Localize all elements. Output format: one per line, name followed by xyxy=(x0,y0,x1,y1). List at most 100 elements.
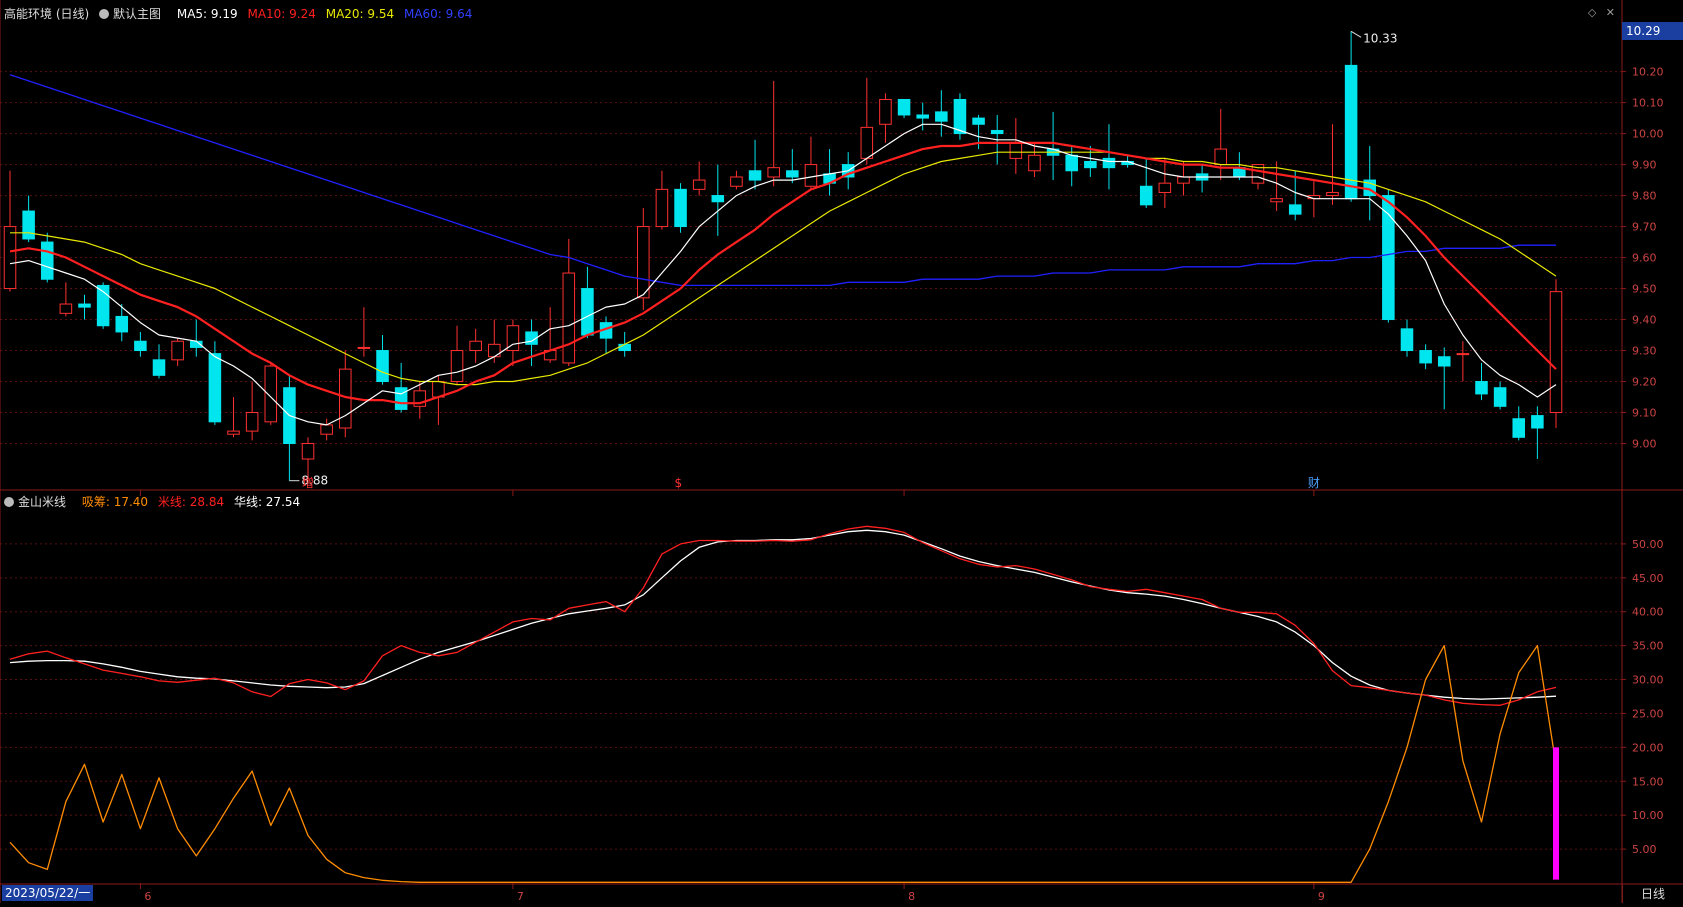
candle-layer[interactable] xyxy=(3,31,1563,481)
candle[interactable] xyxy=(711,164,725,236)
candle[interactable] xyxy=(767,80,780,187)
candle[interactable] xyxy=(823,149,836,196)
candle-body xyxy=(1531,415,1544,429)
candle[interactable] xyxy=(879,93,892,143)
candle[interactable] xyxy=(1512,406,1526,441)
event-marker[interactable]: 财 xyxy=(1308,476,1320,490)
candle[interactable] xyxy=(320,418,333,441)
candle[interactable] xyxy=(59,282,73,317)
candle-body xyxy=(1084,160,1097,169)
candle[interactable] xyxy=(1456,341,1470,382)
main-chart-label[interactable]: 默认主图 xyxy=(99,7,167,21)
candle[interactable] xyxy=(581,266,594,339)
candle[interactable] xyxy=(506,319,520,367)
candle[interactable] xyxy=(171,338,184,367)
candle[interactable] xyxy=(152,344,166,379)
candle[interactable] xyxy=(655,170,669,230)
candle-body xyxy=(320,424,333,435)
event-marker[interactable]: $ xyxy=(675,476,683,490)
stock-title[interactable]: 高能环境 (日线) xyxy=(4,7,89,21)
candle[interactable] xyxy=(1475,362,1488,401)
candle-body xyxy=(450,350,464,383)
huaxian-label: 华线: 27.54 xyxy=(233,495,301,509)
month-label: 6 xyxy=(144,890,151,903)
candle-body xyxy=(1009,142,1023,159)
axis-layer: 10.20 10.10 10.00 9.90 9.80 9.70 9.60 9.50 9.40 9… xyxy=(0,0,1683,903)
candle[interactable] xyxy=(3,170,17,292)
candle-body xyxy=(711,195,725,203)
candle[interactable] xyxy=(115,304,129,342)
candle-body xyxy=(581,288,594,336)
huaxian-line xyxy=(9,529,1557,700)
settings-circle-icon[interactable] xyxy=(4,497,14,507)
candle[interactable] xyxy=(1046,111,1060,181)
candle[interactable] xyxy=(730,170,743,190)
candle-body xyxy=(1456,353,1470,356)
candle[interactable] xyxy=(227,397,240,438)
candle[interactable] xyxy=(40,232,54,283)
event-marker[interactable]: 增 xyxy=(302,476,314,490)
candle-body xyxy=(1512,418,1526,438)
annotation-layer: 10.338.88增 $ 财 xyxy=(289,30,1397,490)
candle[interactable] xyxy=(935,90,948,137)
candle-body xyxy=(1270,198,1283,203)
candle[interactable] xyxy=(692,161,706,196)
candle[interactable] xyxy=(1493,381,1507,410)
candle[interactable] xyxy=(953,93,967,140)
candle[interactable] xyxy=(1437,347,1451,410)
ma10-label: MA10: 9.24 xyxy=(247,7,316,21)
candle[interactable] xyxy=(469,328,482,363)
candle[interactable] xyxy=(786,149,799,184)
period-button[interactable]: 日线 xyxy=(1622,885,1683,903)
candle[interactable] xyxy=(394,362,408,413)
indicator-tick-label: 40.00 xyxy=(1632,606,1664,619)
candle[interactable] xyxy=(1102,124,1116,190)
candle[interactable] xyxy=(897,98,911,119)
settings-circle-icon[interactable] xyxy=(99,9,110,19)
candle[interactable] xyxy=(22,195,35,243)
candle[interactable] xyxy=(245,381,259,441)
candle[interactable] xyxy=(1344,31,1358,202)
candle-body xyxy=(394,387,408,410)
candle[interactable] xyxy=(543,307,557,363)
candle[interactable] xyxy=(283,375,296,481)
toolbar-corner-icons[interactable]: ◇ ✕ xyxy=(1588,6,1615,19)
candle[interactable] xyxy=(1400,319,1414,357)
candle[interactable] xyxy=(264,362,278,425)
candle[interactable] xyxy=(1195,164,1209,193)
candle-body xyxy=(637,226,650,299)
close-icon[interactable]: ✕ xyxy=(1606,6,1615,19)
candle[interactable] xyxy=(78,294,91,320)
candle[interactable] xyxy=(339,350,352,438)
price-tick-label: 9.60 xyxy=(1632,252,1657,265)
indicator-tick-label: 25.00 xyxy=(1632,707,1664,720)
candle[interactable] xyxy=(1177,161,1190,196)
candle[interactable] xyxy=(376,335,389,385)
candle[interactable] xyxy=(1028,142,1041,177)
chart-svg[interactable]: 10.20 10.10 10.00 9.90 9.80 9.70 9.60 9.50 9.40 9… xyxy=(0,0,1683,903)
candle[interactable] xyxy=(1419,344,1432,370)
candle[interactable] xyxy=(1009,118,1023,174)
candle[interactable] xyxy=(860,77,874,165)
candle[interactable] xyxy=(599,316,613,354)
candle[interactable] xyxy=(189,319,203,357)
candle-body xyxy=(152,359,166,376)
candle[interactable] xyxy=(1549,279,1563,429)
candle-body xyxy=(655,188,669,228)
price-tick-label: 10.20 xyxy=(1632,66,1664,79)
candle[interactable] xyxy=(1214,108,1227,181)
candle-body xyxy=(3,226,17,290)
candle[interactable] xyxy=(357,307,371,357)
candle[interactable] xyxy=(1158,158,1172,208)
current-price-tag: 10.29 xyxy=(1622,22,1683,40)
candle[interactable] xyxy=(1382,189,1395,323)
candle[interactable] xyxy=(804,136,818,190)
indicator-name[interactable]: 金山米线 xyxy=(4,495,72,509)
candle[interactable] xyxy=(1233,152,1246,181)
candle[interactable] xyxy=(134,331,147,357)
candle[interactable] xyxy=(1531,406,1544,460)
indicator-tick-label: 20.00 xyxy=(1632,741,1664,754)
candle[interactable] xyxy=(450,325,464,385)
candle[interactable] xyxy=(674,183,687,233)
diamond-icon[interactable]: ◇ xyxy=(1588,6,1596,19)
